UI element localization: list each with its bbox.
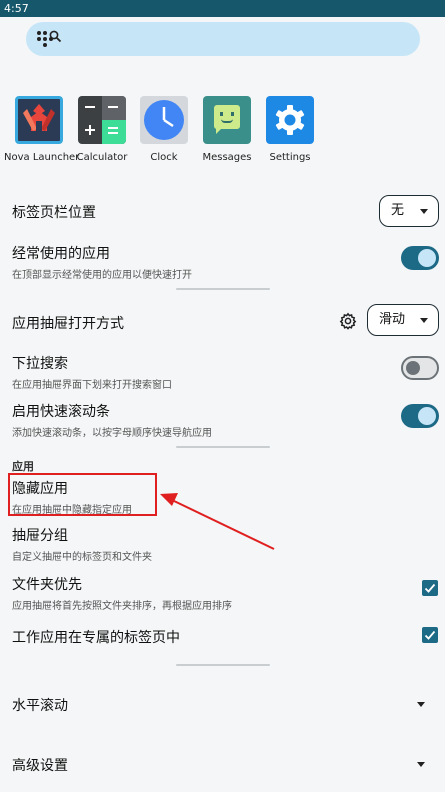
- work-apps-tab-checkbox[interactable]: [422, 627, 438, 643]
- setting-frequent-apps[interactable]: 经常使用的应用 在顶部显示经常使用的应用以便快速打开: [12, 243, 192, 281]
- calculator-icon: [78, 96, 126, 144]
- setting-drawer-groups[interactable]: 抽屉分组 自定义抽屉中的标签页和文件夹: [12, 525, 152, 563]
- chevron-down-icon[interactable]: [417, 702, 425, 707]
- chevron-down-icon[interactable]: [417, 762, 425, 767]
- section-header-apps: 应用: [12, 460, 34, 473]
- messages-icon: [203, 96, 251, 144]
- setting-fast-scrollbar[interactable]: 启用快速滚动条 添加快速滚动条，以按字母顺序快速导航应用: [12, 401, 212, 439]
- setting-folders-first[interactable]: 文件夹优先 应用抽屉将首先按照文件夹排序，再根据应用排序: [12, 574, 232, 612]
- clock-icon: [140, 96, 188, 144]
- highlight-box: [8, 473, 157, 516]
- chevron-down-icon: [420, 209, 428, 214]
- app-settings[interactable]: Settings: [255, 96, 325, 163]
- setting-work-apps-tab[interactable]: 工作应用在专属的标签页中: [12, 627, 180, 647]
- app-calculator[interactable]: Calculator: [67, 96, 137, 163]
- tab-bar-position-dropdown[interactable]: 无: [379, 195, 439, 227]
- gear-icon[interactable]: [339, 312, 357, 330]
- setting-horizontal-scroll[interactable]: 水平滚动: [12, 695, 68, 715]
- nova-launcher-icon: [15, 96, 63, 144]
- setting-advanced[interactable]: 高级设置: [12, 755, 68, 775]
- chevron-down-icon: [420, 318, 428, 323]
- pull-down-search-toggle[interactable]: [401, 356, 439, 380]
- divider: [176, 446, 270, 448]
- divider: [176, 288, 270, 290]
- divider: [176, 664, 270, 666]
- app-row: Nova Launcher Calculator Clock Messages …: [0, 96, 445, 168]
- settings-gear-icon: [266, 96, 314, 144]
- setting-tab-bar-position[interactable]: 标签页栏位置: [12, 202, 96, 222]
- app-clock[interactable]: Clock: [129, 96, 199, 163]
- status-bar: 4:57: [0, 0, 445, 17]
- status-time: 4:57: [4, 2, 29, 15]
- setting-drawer-open-style[interactable]: 应用抽屉打开方式: [12, 313, 124, 333]
- fast-scrollbar-toggle[interactable]: [401, 404, 439, 428]
- search-bar[interactable]: [26, 22, 420, 56]
- search-icon: [49, 30, 62, 43]
- frequent-apps-toggle[interactable]: [401, 246, 439, 270]
- setting-pull-down-search[interactable]: 下拉搜索 在应用抽屉界面下划来打开搜索窗口: [12, 353, 172, 391]
- drawer-open-style-dropdown[interactable]: 滑动: [367, 304, 439, 336]
- folders-first-checkbox[interactable]: [422, 580, 438, 596]
- app-nova-launcher[interactable]: Nova Launcher: [4, 96, 79, 163]
- app-messages[interactable]: Messages: [192, 96, 262, 163]
